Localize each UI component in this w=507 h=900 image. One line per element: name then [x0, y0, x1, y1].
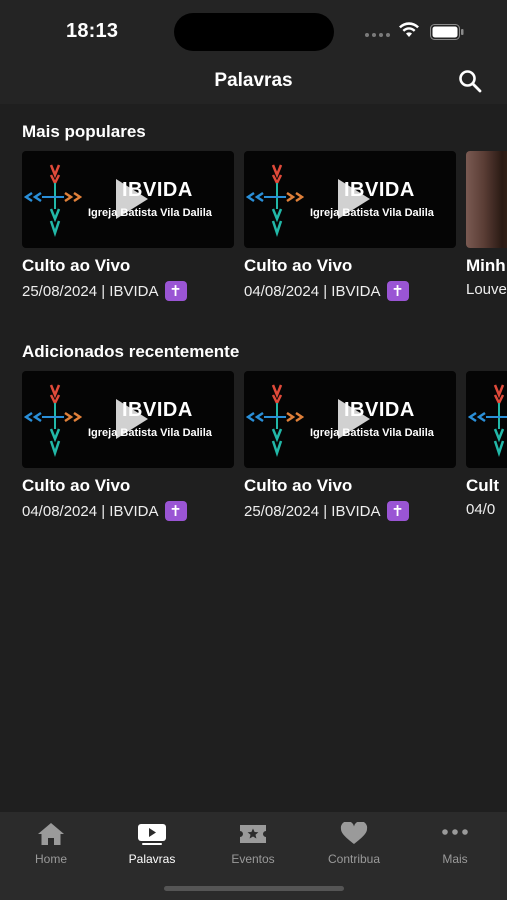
thumbnail-subtitle: Igreja Batista Vila Dalila — [310, 207, 434, 219]
card-date-author: 04/0 — [466, 501, 496, 518]
more-icon — [442, 829, 468, 835]
card-meta: Louve — [466, 281, 507, 298]
video-card[interactable]: IBVIDA Igreja Batista Vila Dalila Culto … — [22, 151, 234, 301]
card-title[interactable]: Culto ao Vivo — [22, 476, 234, 496]
status-time: 18:13 — [66, 20, 119, 42]
tab-eventos[interactable]: Eventos — [213, 822, 293, 866]
section-title-popular: Mais populares — [22, 122, 146, 141]
thumbnail-brand: IBVIDA — [344, 179, 415, 201]
card-meta: 04/0 — [466, 501, 507, 518]
video-thumbnail[interactable] — [466, 371, 507, 468]
tab-contribua-label: Contribua — [327, 852, 381, 866]
cellular-signal-icon — [365, 33, 390, 37]
card-meta: 25/08/2024 | IBVIDA ✝ — [244, 501, 456, 521]
tab-mais-label: Mais — [442, 852, 468, 866]
thumbnail-brand: IBVIDA — [122, 179, 193, 201]
ibvida-logo-icon — [246, 384, 304, 457]
tab-home[interactable]: Home — [11, 822, 91, 866]
video-thumbnail[interactable] — [466, 151, 507, 248]
card-title[interactable]: Culto ao Vivo — [244, 256, 456, 276]
video-thumbnail[interactable]: IBVIDA Igreja Batista Vila Dalila — [244, 151, 456, 248]
navigation-bar: Palavras — [0, 62, 507, 104]
tab-mais[interactable]: Mais — [415, 822, 495, 866]
card-date-author: 25/08/2024 | IBVIDA — [22, 282, 159, 300]
home-indicator[interactable] — [164, 886, 344, 891]
card-date-author: 04/08/2024 | IBVIDA — [244, 282, 381, 300]
battery-icon — [430, 24, 464, 40]
card-meta: 04/08/2024 | IBVIDA ✝ — [22, 501, 234, 521]
heart-icon — [340, 822, 368, 844]
card-date-author: 04/08/2024 | IBVIDA — [22, 502, 159, 520]
thumbnail-subtitle: Igreja Batista Vila Dalila — [88, 427, 212, 439]
ibvida-logo-icon — [468, 384, 507, 457]
tab-eventos-label: Eventos — [231, 852, 275, 866]
ibvida-logo-icon — [24, 164, 82, 237]
tab-home-label: Home — [34, 852, 67, 866]
cross-icon: ✝ — [164, 281, 187, 301]
ticket-icon — [240, 825, 266, 843]
card-date-author: Louve — [466, 281, 507, 298]
thumbnail-subtitle: Igreja Batista Vila Dalila — [310, 427, 434, 439]
dynamic-island — [174, 13, 334, 51]
tab-palavras[interactable]: Palavras — [112, 822, 192, 866]
video-thumbnail[interactable]: IBVIDA Igreja Batista Vila Dalila — [244, 371, 456, 468]
cross-icon: ✝ — [386, 501, 409, 521]
card-title[interactable]: Culto ao Vivo — [22, 256, 234, 276]
thumbnail-brand: IBVIDA — [122, 399, 193, 421]
video-thumbnail[interactable]: IBVIDA Igreja Batista Vila Dalila — [22, 151, 234, 248]
video-thumbnail[interactable]: IBVIDA Igreja Batista Vila Dalila — [22, 371, 234, 468]
recent-carousel[interactable]: IBVIDA Igreja Batista Vila Dalila Culto … — [22, 371, 507, 521]
card-title[interactable]: Minh — [466, 256, 507, 276]
video-card[interactable]: Minh Louve — [466, 151, 507, 301]
video-card[interactable]: IBVIDA Igreja Batista Vila Dalila Culto … — [244, 151, 456, 301]
video-card[interactable]: IBVIDA Igreja Batista Vila Dalila Culto … — [244, 371, 456, 521]
search-icon[interactable] — [457, 68, 483, 94]
card-title[interactable]: Culto ao Vivo — [244, 476, 456, 496]
section-title-recent: Adicionados recentemente — [22, 342, 240, 361]
card-title[interactable]: Cult — [466, 476, 507, 496]
wifi-icon — [399, 22, 419, 37]
ibvida-logo-icon — [246, 164, 304, 237]
ibvida-logo-icon — [24, 384, 82, 457]
video-icon — [138, 824, 166, 845]
home-icon — [38, 823, 64, 845]
tab-contribua[interactable]: Contribua — [314, 822, 394, 866]
thumbnail-subtitle: Igreja Batista Vila Dalila — [88, 207, 212, 219]
page-title: Palavras — [214, 70, 293, 91]
status-bar: 18:13 — [0, 0, 507, 62]
card-meta: 04/08/2024 | IBVIDA ✝ — [244, 281, 456, 301]
card-date-author: 25/08/2024 | IBVIDA — [244, 502, 381, 520]
thumbnail-brand: IBVIDA — [344, 399, 415, 421]
tab-palavras-label: Palavras — [128, 852, 176, 866]
cross-icon: ✝ — [386, 281, 409, 301]
video-card[interactable]: IBVIDA Igreja Batista Vila Dalila Culto … — [22, 371, 234, 521]
popular-carousel[interactable]: IBVIDA Igreja Batista Vila Dalila Culto … — [22, 151, 507, 301]
video-card[interactable]: Cult 04/0 — [466, 371, 507, 521]
cross-icon: ✝ — [164, 501, 187, 521]
card-meta: 25/08/2024 | IBVIDA ✝ — [22, 281, 234, 301]
